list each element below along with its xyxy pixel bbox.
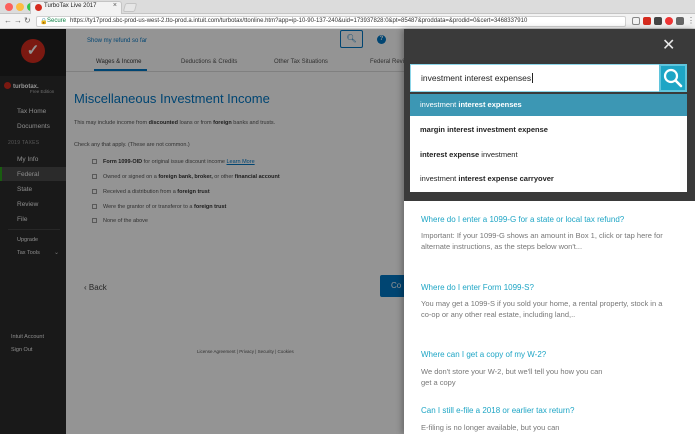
suggestion-item[interactable]: investment interest expense carryover (410, 168, 687, 190)
suggestion-text: investment (420, 100, 459, 109)
secure-label: Secure (47, 18, 67, 24)
minimize-window-button[interactable] (16, 3, 24, 11)
turbotax-favicon-icon (35, 4, 42, 11)
url-text: https://ty17prod.sbc-prod-us-west-2.tto-… (70, 18, 528, 24)
close-icon[interactable]: ✕ (662, 35, 675, 55)
search-icon (663, 68, 683, 88)
opera-icon[interactable] (665, 17, 673, 25)
result-title-link[interactable]: Where do I enter Form 1099-S? (421, 283, 534, 292)
result-snippet: E-filing is no longer available, but you… (421, 423, 560, 432)
tab-close-icon[interactable]: × (113, 2, 117, 9)
result-snippet: You may get a 1099-S if you sold your ho… (421, 299, 663, 319)
search-panel: ✕ investment interest expenses investmen… (404, 29, 695, 434)
suggestion-item[interactable]: investment interest expenses (410, 94, 687, 116)
browser-tab[interactable]: TurboTax Live 2017 × (30, 1, 122, 14)
menu-icon[interactable]: ⋮ (687, 16, 695, 25)
star-icon[interactable] (632, 17, 640, 25)
suggestion-item[interactable]: margin interest investment expense (410, 119, 687, 141)
result-title-link[interactable]: Where can I get a copy of my W-2? (421, 350, 546, 359)
text-caret (532, 73, 534, 83)
search-query-text: investment interest expenses (421, 73, 532, 83)
extension-shield-icon[interactable] (654, 17, 662, 25)
result-snippet: We don't store your W-2, but we'll tell … (421, 367, 603, 387)
browser-window: TurboTax Live 2017 × ← → ↻ 🔒 Secure http… (0, 0, 695, 434)
search-panel-header: ✕ investment interest expenses investmen… (404, 29, 695, 201)
url-field[interactable]: 🔒 Secure https://ty17prod.sbc-prod-us-we… (36, 16, 626, 27)
search-input[interactable]: investment interest expenses (410, 64, 659, 92)
suggestion-text: investment (479, 150, 518, 159)
modal-overlay[interactable] (0, 29, 404, 434)
result-title-link[interactable]: Can I still e-file a 2018 or earlier tax… (421, 406, 574, 415)
reload-icon[interactable]: ↻ (24, 16, 31, 25)
suggestion-list: investment interest expenses margin inte… (410, 94, 687, 192)
extension-icon[interactable] (676, 17, 684, 25)
suggestion-bold: interest expense (420, 150, 480, 159)
suggestion-item[interactable]: interest expense investment (410, 144, 687, 166)
result-title-link[interactable]: Where do I enter a 1099-G for a state or… (421, 215, 624, 224)
new-tab-button[interactable] (122, 3, 138, 12)
close-window-button[interactable] (5, 3, 13, 11)
result-snippet: Important: If your 1099-G shows an amoun… (421, 231, 663, 251)
extension-red-icon[interactable] (643, 17, 651, 25)
suggestion-bold: interest expense carryover (458, 174, 554, 183)
forward-arrow-icon[interactable]: → (14, 16, 22, 25)
address-toolbar: ← → ↻ 🔒 Secure https://ty17prod.sbc-prod… (0, 14, 695, 29)
title-bar: TurboTax Live 2017 × (0, 0, 695, 14)
back-arrow-icon[interactable]: ← (4, 16, 12, 25)
suggestion-bold: interest expenses (458, 100, 522, 109)
suggestion-bold: margin interest investment expense (420, 125, 548, 134)
suggestion-text: investment (420, 174, 459, 183)
tab-title: TurboTax Live 2017 (44, 3, 97, 9)
search-submit-button[interactable] (659, 64, 687, 92)
